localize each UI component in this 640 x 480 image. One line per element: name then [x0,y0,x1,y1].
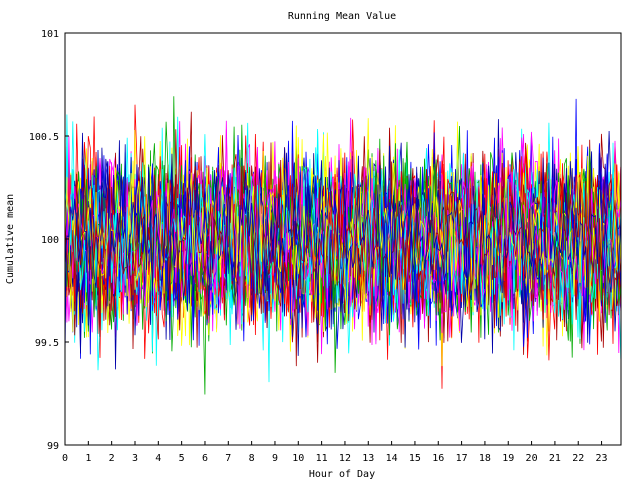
x-tick-label: 5 [179,453,185,464]
series-layer [65,96,621,395]
x-tick-label: 8 [249,453,255,464]
x-tick-label: 16 [432,453,444,464]
x-tick-label: 6 [202,453,208,464]
x-tick-label: 17 [456,453,468,464]
x-tick-label: 21 [549,453,561,464]
y-tick-label: 99.5 [35,338,59,349]
x-tick-label: 10 [292,453,304,464]
chart: Running Mean Value 0 1 2 3 4 5 6 7 8 9 10 11 12 13 14 1… [5,11,622,480]
x-tick-label: 4 [155,453,161,464]
x-tick-label: 23 [596,453,608,464]
x-tick-label: 7 [225,453,231,464]
x-tick-label: 1 [85,453,91,464]
x-tick-label: 3 [132,453,138,464]
chart-title: Running Mean Value [288,11,396,22]
x-tick-label: 0 [62,453,68,464]
x-tick-label: 20 [526,453,538,464]
x-tick-group: 0 1 2 3 4 5 6 7 8 9 10 11 12 13 14 15 16 17 18 19 20 21 22 23 [62,441,608,464]
x-axis-label: Hour of Day [309,469,375,480]
x-tick-label: 2 [109,453,115,464]
x-tick-label: 15 [409,453,421,464]
x-tick-label: 11 [316,453,328,464]
y-tick-label: 100 [41,235,59,246]
x-tick-label: 9 [272,453,278,464]
y-tick-label: 100.5 [29,132,59,143]
x-tick-label: 12 [339,453,351,464]
x-tick-label: 13 [362,453,374,464]
x-tick-label: 14 [386,453,398,464]
y-tick-group: 99 99.5 100 100.5 101 [29,29,69,452]
x-tick-label: 19 [502,453,514,464]
y-tick-label: 99 [47,441,59,452]
y-tick-label: 101 [41,29,59,40]
x-tick-label: 22 [572,453,584,464]
x-tick-label: 18 [479,453,491,464]
y-axis-label: Cumulative mean [5,194,16,284]
